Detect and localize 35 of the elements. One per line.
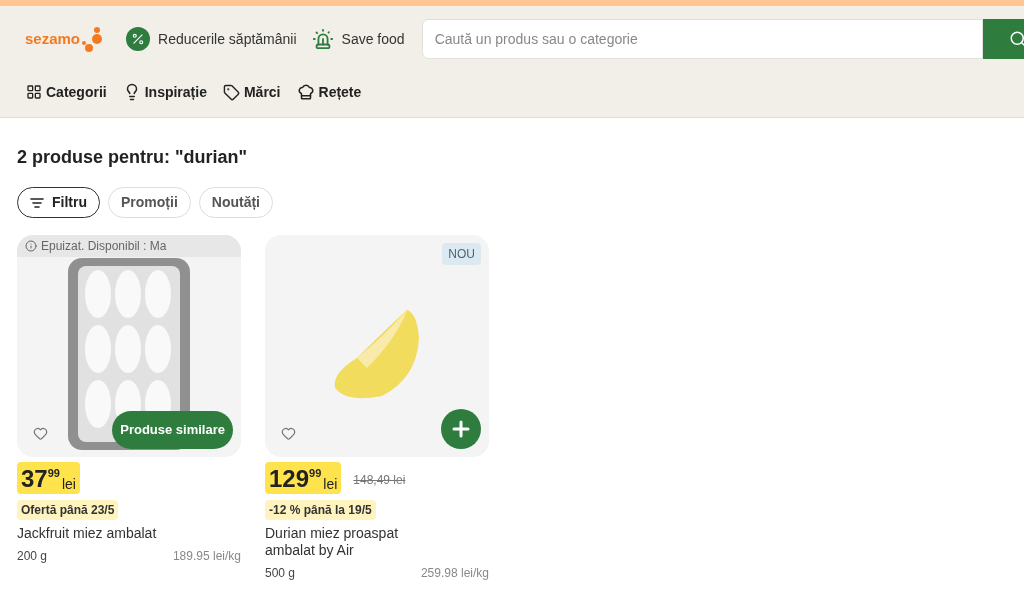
results-title: 2 produse pentru: "durian" — [17, 146, 249, 169]
search-field[interactable]: Caută un produs sau o categorie — [421, 19, 983, 59]
availability-notice: Epuizat. Disponibil : Ma — [17, 235, 241, 257]
nav-link[interactable]: Categorii — [26, 81, 107, 103]
filter-icon — [30, 197, 44, 208]
tag-icon — [222, 83, 240, 101]
chef-hat-icon — [296, 83, 315, 101]
info-icon — [25, 240, 37, 252]
search-icon — [1009, 30, 1024, 48]
add-to-cart-button[interactable] — [441, 409, 481, 449]
product-quantity: 200 g — [17, 548, 48, 565]
product-image-card[interactable]: NOU — [265, 235, 489, 457]
discount-icon — [126, 27, 151, 51]
unit-price: 189.95 lei/kg — [172, 548, 241, 565]
new-badge: NOU — [442, 243, 481, 265]
product-quantity: 500 g — [265, 565, 296, 582]
siren-icon — [311, 28, 334, 50]
product-name[interactable]: Durian miez proaspat ambalat by Air — [265, 525, 425, 559]
unit-price: 259.98 lei/kg — [420, 565, 489, 582]
promo-label: Ofertă până 23/5 — [17, 500, 119, 520]
promo-label: -12 % până la 19/5 — [265, 500, 376, 520]
product-image-card[interactable]: Epuizat. Disponibil : Ma Produse similare — [17, 235, 241, 457]
header-link[interactable]: Reducerile săptămânii — [126, 27, 297, 51]
nav-link[interactable]: Rețete — [296, 81, 362, 103]
product-name[interactable]: Jackfruit miez ambalat — [17, 525, 177, 542]
favorite-heart-icon[interactable] — [33, 426, 48, 441]
nav-link[interactable]: Inspirație — [122, 81, 207, 103]
search-button[interactable] — [983, 19, 1024, 59]
old-price: 148,49 lei — [353, 472, 406, 489]
nav-link[interactable]: Mărci — [222, 81, 281, 103]
favorite-heart-icon[interactable] — [281, 426, 296, 441]
similar-products-button[interactable]: Produse similare — [112, 411, 233, 449]
grid-icon — [26, 84, 42, 100]
logo-dots-icon — [82, 26, 105, 52]
header-link[interactable]: Save food — [311, 28, 405, 50]
